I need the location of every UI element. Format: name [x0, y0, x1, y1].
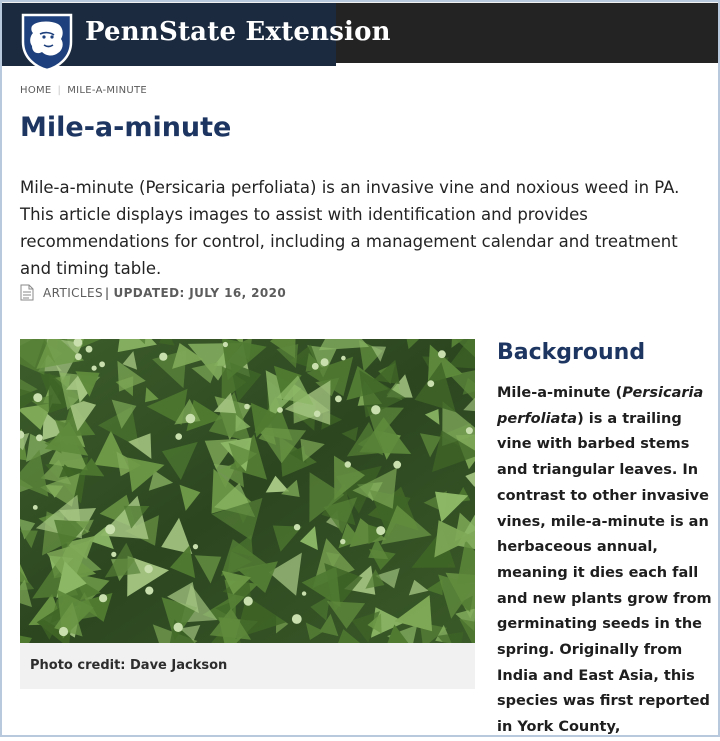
background-text-part: Mile-a-minute ( [497, 385, 623, 401]
vine-foliage-image [20, 339, 475, 643]
background-text-part: ) is a trailing vine with barbed stems a… [497, 410, 712, 736]
updated-date: UPDATED: JULY 16, 2020 [113, 285, 287, 300]
page-title: Mile-a-minute [20, 112, 232, 143]
article-photo [20, 339, 475, 643]
breadcrumb: HOME | MILE-A-MINUTE [20, 85, 147, 96]
meta-separator: | [105, 285, 110, 300]
breadcrumb-home[interactable]: HOME [20, 85, 52, 96]
photo-caption: Photo credit: Dave Jackson [30, 658, 228, 673]
document-icon [20, 284, 34, 301]
breadcrumb-current: MILE-A-MINUTE [67, 85, 148, 96]
article-type-link[interactable]: ARTICLES [43, 286, 103, 300]
photo-caption-box: Photo credit: Dave Jackson [20, 643, 475, 689]
article-meta: ARTICLES | UPDATED: JULY 16, 2020 [20, 284, 286, 301]
background-heading: Background [497, 340, 646, 365]
brand-name: PennState Extension [85, 17, 391, 47]
site-header: PennState Extension [0, 0, 720, 72]
nittany-lion-shield-icon [21, 13, 73, 72]
brand-logo-link[interactable]: PennState Extension [0, 3, 391, 72]
background-text: Mile-a-minute (Persicaria perfoliata) is… [497, 381, 717, 741]
article-intro: Mile-a-minute (Persicaria perfoliata) is… [20, 178, 680, 278]
breadcrumb-separator: | [57, 85, 62, 96]
